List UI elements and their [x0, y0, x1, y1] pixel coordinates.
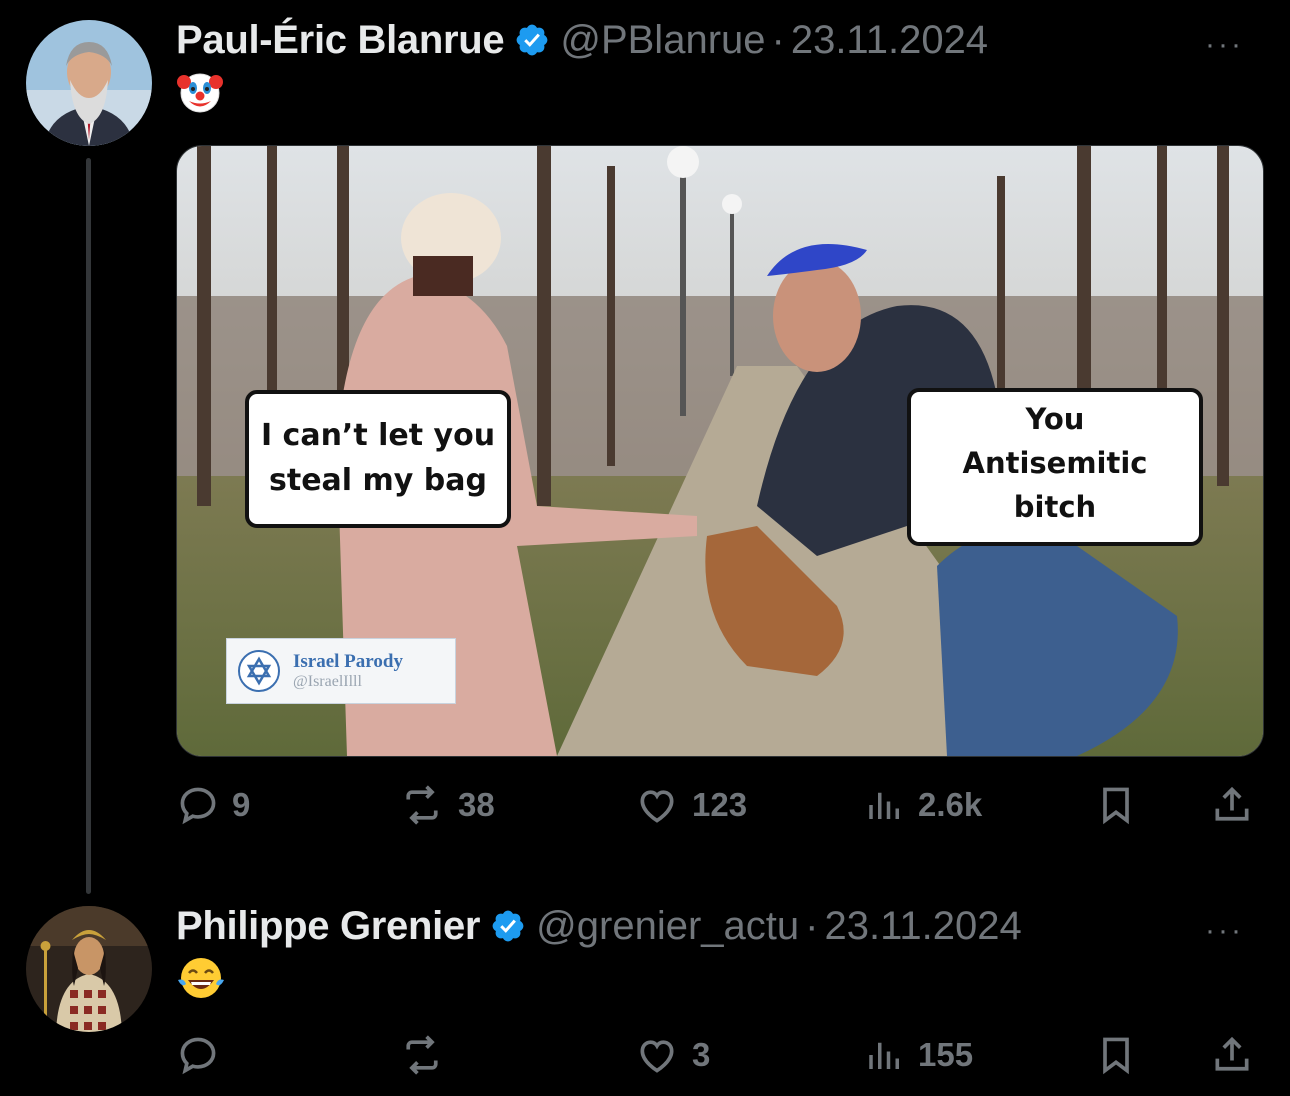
like-count: 123	[692, 786, 748, 823]
watermark-title: Israel Parody	[293, 651, 403, 672]
view-count: 155	[918, 1036, 974, 1073]
author-handle[interactable]: @grenier_actu	[536, 904, 799, 949]
repost-button[interactable]: 38	[398, 780, 495, 830]
share-icon	[1215, 786, 1249, 821]
bookmark-button[interactable]	[1094, 780, 1150, 830]
reply-icon	[180, 1037, 216, 1075]
clown-face-emoji	[176, 68, 236, 118]
avatar[interactable]	[26, 906, 152, 1032]
bubble-right-line-3: bitch	[1013, 490, 1097, 524]
tweet-header: Philippe Grenier @grenier_actu · 23.11.2…	[176, 896, 1022, 956]
repost-count: 38	[458, 786, 495, 823]
heart-icon	[640, 790, 674, 823]
repost-button[interactable]	[398, 1030, 458, 1080]
reply-count: 9	[232, 786, 251, 823]
conversation-thread: Paul-Éric Blanrue @PBlanrue · 23.11.2024…	[0, 0, 1290, 1096]
views-chart-icon	[869, 792, 899, 819]
author-handle[interactable]: @PBlanrue	[560, 18, 765, 63]
reply-icon	[180, 787, 216, 825]
views-button[interactable]: 155	[864, 1030, 973, 1080]
like-button[interactable]: 3	[634, 1030, 710, 1080]
bubble-right-line-2: Antisemitic	[962, 446, 1148, 480]
views-button[interactable]: 2.6k	[864, 780, 982, 830]
separator-dot: ·	[805, 903, 819, 948]
share-button[interactable]	[1210, 1030, 1266, 1080]
like-count: 3	[692, 1036, 711, 1073]
speech-bubble-right: You Antisemitic bitch	[907, 388, 1203, 546]
parody-watermark: Israel Parody @IsraelIlll	[226, 638, 456, 704]
star-of-david-icon	[238, 650, 280, 692]
reply-button[interactable]: 9	[176, 780, 250, 830]
tweet-actions-bar: 3 155	[176, 1030, 1260, 1080]
verified-badge-icon	[490, 908, 526, 944]
tweet-date[interactable]: 23.11.2024	[791, 18, 988, 63]
tweet-header: Paul-Éric Blanrue @PBlanrue · 23.11.2024	[176, 10, 988, 70]
avatar[interactable]	[26, 20, 152, 146]
author-name[interactable]: Philippe Grenier	[176, 904, 480, 949]
views-chart-icon	[869, 1042, 899, 1069]
more-options-icon[interactable]: ···	[1205, 30, 1244, 60]
share-icon	[1215, 1036, 1249, 1071]
author-name[interactable]: Paul-Éric Blanrue	[176, 18, 505, 63]
speech-bubble-left: I can’t let you steal my bag	[245, 390, 511, 528]
bubble-left-line-1: I can’t let you	[260, 418, 496, 453]
bubble-right-line-1: You	[1025, 402, 1085, 436]
bookmark-button[interactable]	[1094, 1030, 1150, 1080]
repost-icon	[406, 785, 438, 825]
verified-badge-icon	[514, 22, 550, 58]
view-count: 2.6k	[918, 786, 983, 823]
bubble-left-line-2: steal my bag	[269, 463, 487, 498]
thread-connector-line	[86, 158, 91, 894]
watermark-handle: @IsraelIlll	[293, 673, 362, 690]
tweet-actions-bar: 9 38 123 2.6k	[176, 780, 1260, 830]
separator-dot: ·	[771, 17, 785, 62]
bookmark-icon	[1103, 1037, 1129, 1075]
reply-button[interactable]	[176, 1030, 232, 1080]
repost-icon	[406, 1035, 438, 1075]
share-button[interactable]	[1210, 780, 1266, 830]
bookmark-icon	[1103, 787, 1129, 825]
heart-icon	[640, 1040, 674, 1073]
more-options-icon[interactable]: ···	[1205, 916, 1244, 946]
like-button[interactable]: 123	[634, 780, 747, 830]
tears-of-joy-emoji	[176, 954, 236, 1004]
tweet-date[interactable]: 23.11.2024	[824, 904, 1021, 949]
